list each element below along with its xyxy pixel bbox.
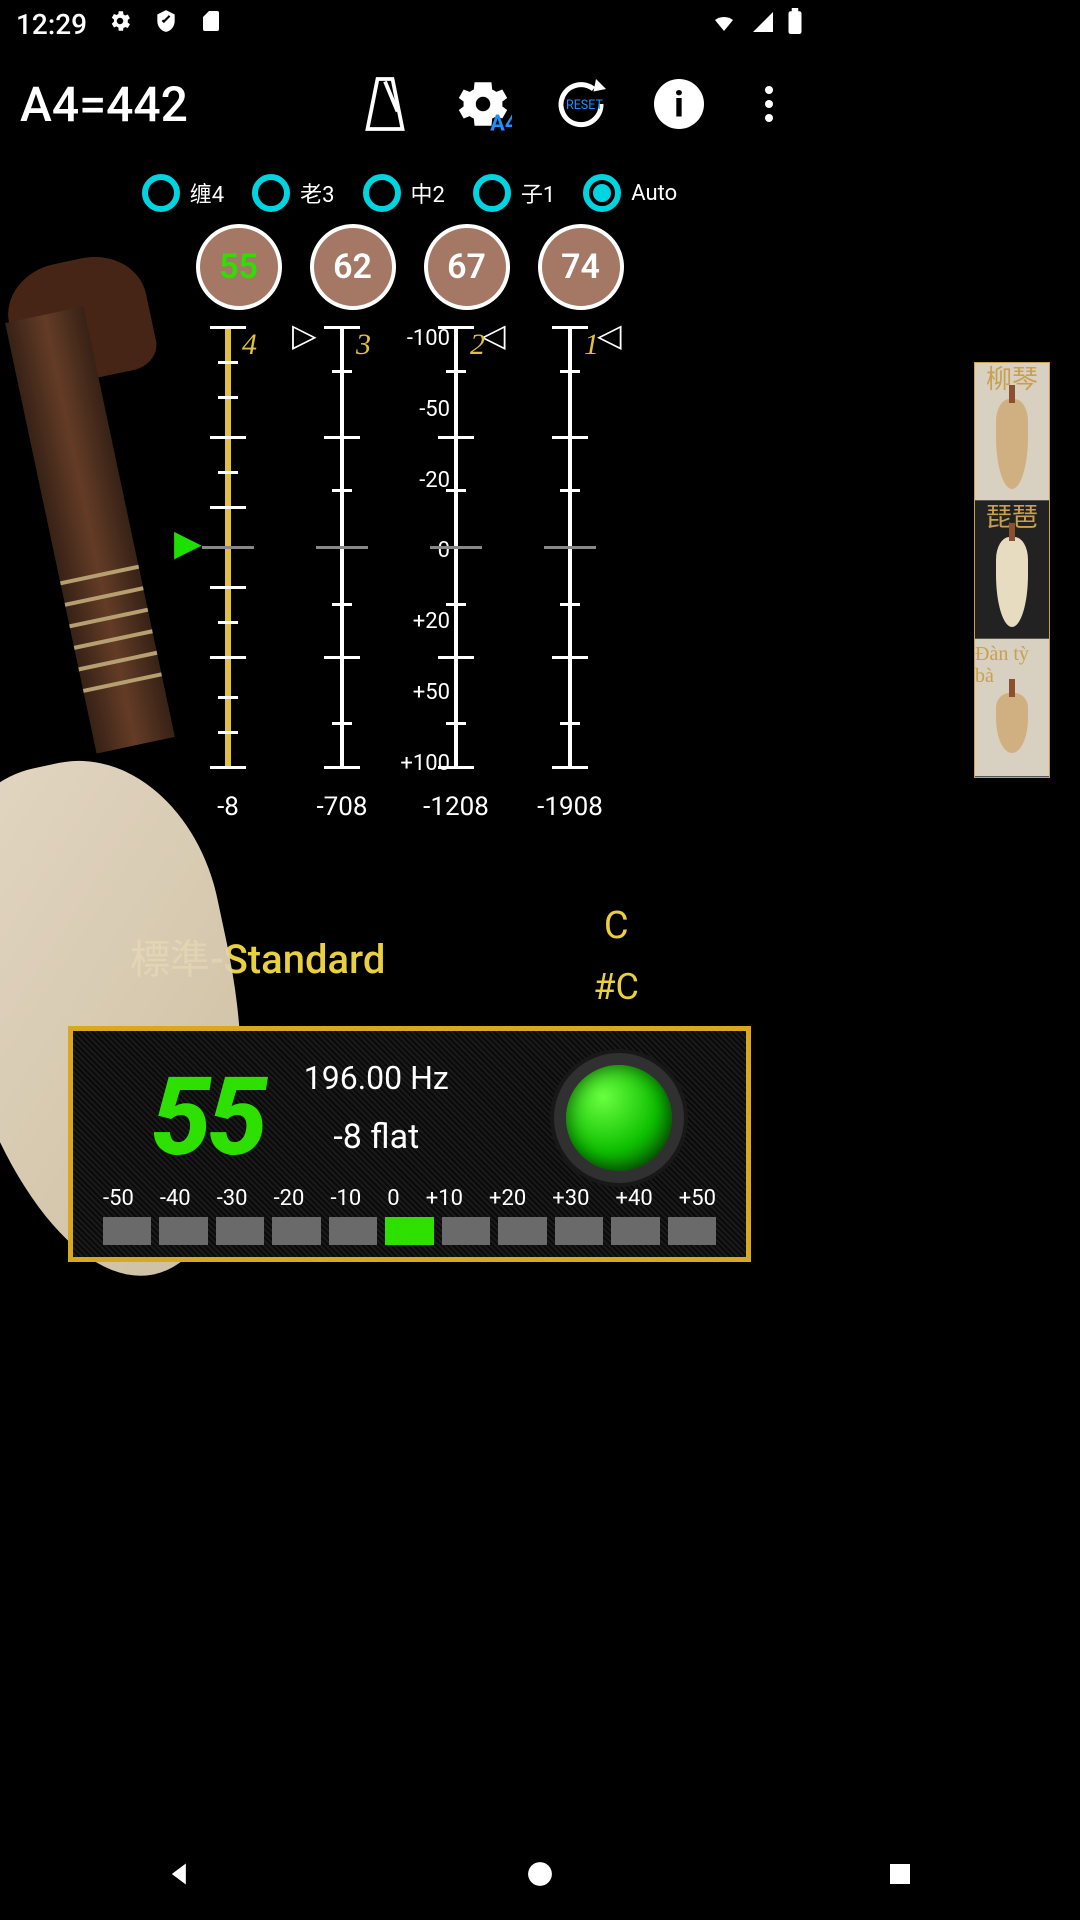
midi-button-55[interactable]: 55: [196, 224, 282, 310]
instrument-dantyba[interactable]: Đàn tỳ bà: [975, 639, 1049, 777]
cents-scale: -50-40-30 -20-100 +10+20+30 +40+50: [103, 1186, 716, 1245]
svg-text:i: i: [674, 85, 683, 126]
nav-recent-button[interactable]: [878, 1852, 922, 1896]
midi-button-67[interactable]: 67: [424, 224, 510, 310]
metronome-button[interactable]: [355, 74, 415, 134]
frequency-display: 196.00 Hz: [304, 1059, 449, 1097]
meter-area: ▷ ◁ ◁ ▶ -100-50 -200 +20+50 +100 4 -8 3 …: [0, 316, 819, 836]
svg-text:RESET: RESET: [566, 98, 603, 113]
reset-button[interactable]: RESET: [551, 74, 611, 134]
meter-string-3: 3 -708: [302, 316, 382, 786]
meter-string-2: 2 -1208: [416, 316, 496, 786]
wifi-icon: [709, 8, 739, 41]
battery-icon: [787, 8, 803, 41]
string-radio-3[interactable]: 老3: [252, 174, 334, 212]
midi-number-display: 55: [151, 1055, 264, 1181]
meter-string-4: 4 -8: [188, 316, 268, 786]
signal-icon: [751, 8, 775, 41]
tuner-display-panel: 55 196.00 Hz -8 flat -50-40-30 -20-100 +…: [68, 1026, 751, 1262]
string-select-row: 缠4 老3 中2 子1 Auto: [0, 174, 819, 212]
status-time: 12:29: [16, 8, 87, 41]
string-radio-auto[interactable]: Auto: [583, 174, 677, 212]
tuning-row: 標準-Standard C #C: [0, 904, 819, 1008]
shield-icon: [153, 8, 179, 41]
dantyba-icon: [996, 693, 1028, 753]
string-radio-4[interactable]: 缠4: [142, 174, 224, 212]
a4-reference-title[interactable]: A4=442: [20, 76, 317, 133]
midi-button-74[interactable]: 74: [538, 224, 624, 310]
status-bar: 12:29: [0, 0, 819, 48]
note-sharp-display: #C: [593, 966, 639, 1008]
instrument-pipa[interactable]: 琵琶: [975, 501, 1049, 639]
tuning-led-indicator: [554, 1053, 684, 1183]
midi-button-62[interactable]: 62: [310, 224, 396, 310]
svg-text:A4: A4: [490, 112, 512, 133]
info-button[interactable]: i: [649, 74, 709, 134]
note-display: C: [593, 904, 639, 948]
app-bar: A4=442 A4 RESET i: [0, 48, 819, 160]
liuqin-icon: [996, 399, 1028, 489]
more-menu-button[interactable]: [739, 74, 799, 134]
instrument-liuqin[interactable]: 柳琴: [975, 363, 1049, 501]
nav-home-button[interactable]: [518, 1852, 562, 1896]
system-nav-bar: [0, 1828, 1080, 1920]
meter-string-1: 1 -1908: [530, 316, 610, 786]
tuning-name[interactable]: 標準-Standard: [130, 927, 385, 985]
cents-display: -8 flat: [304, 1117, 449, 1157]
instrument-sidebar: 柳琴 琵琶 Đàn tỳ bà: [974, 362, 1050, 778]
settings-a4-button[interactable]: A4: [453, 74, 513, 134]
settings-icon: [107, 8, 133, 41]
midi-row: 55 62 67 74: [0, 224, 819, 310]
string-radio-1[interactable]: 子1: [473, 174, 555, 212]
string-radio-2[interactable]: 中2: [363, 174, 445, 212]
sd-card-icon: [199, 8, 223, 41]
pipa-icon: [996, 537, 1028, 627]
nav-back-button[interactable]: [158, 1852, 202, 1896]
